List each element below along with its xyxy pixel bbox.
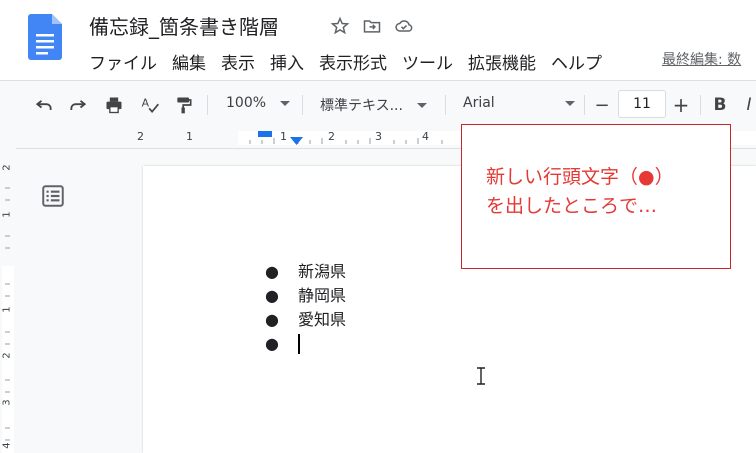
ibeam-cursor-icon: [477, 367, 485, 385]
style-select[interactable]: 標準テキス...: [320, 95, 427, 115]
ruler-number: 1: [186, 130, 193, 143]
last-edit-link[interactable]: 最終編集: 数: [662, 49, 741, 69]
list-item[interactable]: ● 新潟県: [265, 260, 346, 284]
vertical-ruler[interactable]: [0, 148, 16, 453]
list-bullet: ●: [265, 334, 279, 353]
app-header: 備忘録_箇条書き階層 ファイル 編集 表示 挿入 表示形式 ツール 拡張機能 ヘ…: [0, 0, 756, 80]
menu-help[interactable]: ヘルプ: [551, 49, 602, 74]
bulleted-list[interactable]: ● 新潟県 ● 静岡県 ● 愛知県 ●: [265, 260, 346, 356]
font-value: Arial: [463, 95, 495, 111]
toolbar-divider: [445, 95, 446, 115]
italic-button[interactable]: I: [742, 93, 756, 117]
menu-extensions[interactable]: 拡張機能: [468, 49, 536, 74]
chevron-down-icon: [565, 100, 575, 106]
font-select[interactable]: Arial: [463, 95, 575, 111]
chevron-down-icon: [280, 100, 291, 106]
list-item-text: 新潟県: [298, 262, 347, 281]
annotation-callout: 新しい行頭文字（●） を出したところで…: [461, 124, 731, 269]
menu-format[interactable]: 表示形式: [319, 49, 387, 74]
left-indent-marker-icon[interactable]: [290, 137, 304, 147]
ruler-number: 3: [375, 130, 382, 143]
list-item[interactable]: ● 静岡県: [265, 284, 346, 308]
redo-icon[interactable]: [66, 93, 90, 117]
callout-text: 新しい行頭文字（●） を出したところで…: [486, 166, 674, 217]
font-size-increase-button[interactable]: +: [670, 93, 692, 117]
zoom-select[interactable]: 100%: [226, 95, 291, 111]
list-bullet: ●: [265, 310, 279, 329]
menu-insert[interactable]: 挿入: [270, 49, 304, 74]
ruler-number: 1: [1, 306, 13, 313]
font-size-input[interactable]: 11: [618, 90, 666, 118]
move-folder-icon[interactable]: [359, 14, 385, 38]
ruler-number: 4: [422, 130, 429, 143]
list-item-text: 愛知県: [298, 310, 347, 329]
ruler-number: 3: [1, 399, 13, 406]
document-outline-icon[interactable]: [40, 183, 66, 209]
menu-tools[interactable]: ツール: [402, 49, 453, 74]
ruler-number: 1: [280, 130, 287, 143]
print-icon[interactable]: [102, 93, 126, 117]
font-size-decrease-button[interactable]: −: [591, 93, 613, 117]
document-title[interactable]: 備忘録_箇条書き階層: [89, 11, 279, 40]
undo-icon[interactable]: [32, 93, 56, 117]
ruler-number: 2: [1, 352, 13, 359]
zoom-value: 100%: [226, 95, 267, 111]
paint-format-icon[interactable]: [172, 93, 196, 117]
ruler-number: 2: [1, 164, 13, 171]
spellcheck-icon[interactable]: A: [138, 93, 162, 117]
toolbar-divider: [584, 95, 585, 115]
menu-bar: ファイル 編集 表示 挿入 表示形式 ツール 拡張機能 ヘルプ: [89, 49, 617, 74]
vertical-ruler-ticks: [2, 187, 14, 453]
chevron-down-icon: [416, 102, 427, 108]
ruler-number: 2: [137, 130, 144, 143]
menu-file[interactable]: ファイル: [89, 49, 157, 74]
bold-button[interactable]: B: [710, 93, 730, 117]
star-icon[interactable]: [327, 14, 353, 38]
ruler-number: 4: [1, 442, 13, 449]
docs-logo-icon[interactable]: [28, 14, 62, 60]
list-item[interactable]: ●: [265, 332, 346, 356]
list-item-text: 静岡県: [298, 286, 347, 305]
svg-text:A: A: [142, 97, 150, 110]
menu-edit[interactable]: 編集: [172, 49, 206, 74]
list-bullet: ●: [265, 286, 279, 305]
list-item[interactable]: ● 愛知県: [265, 308, 346, 332]
menu-view[interactable]: 表示: [221, 49, 255, 74]
title-actions: [327, 14, 417, 38]
toolbar-divider: [700, 95, 701, 115]
text-cursor: [298, 334, 300, 354]
ruler-number: 2: [328, 130, 335, 143]
first-line-indent-marker-icon[interactable]: [258, 131, 274, 139]
toolbar-divider: [207, 95, 208, 115]
style-value: 標準テキス...: [320, 98, 403, 114]
toolbar-divider: [302, 95, 303, 115]
ruler-number: 1: [1, 211, 13, 218]
cloud-saved-icon[interactable]: [391, 14, 417, 38]
list-bullet: ●: [265, 262, 279, 281]
